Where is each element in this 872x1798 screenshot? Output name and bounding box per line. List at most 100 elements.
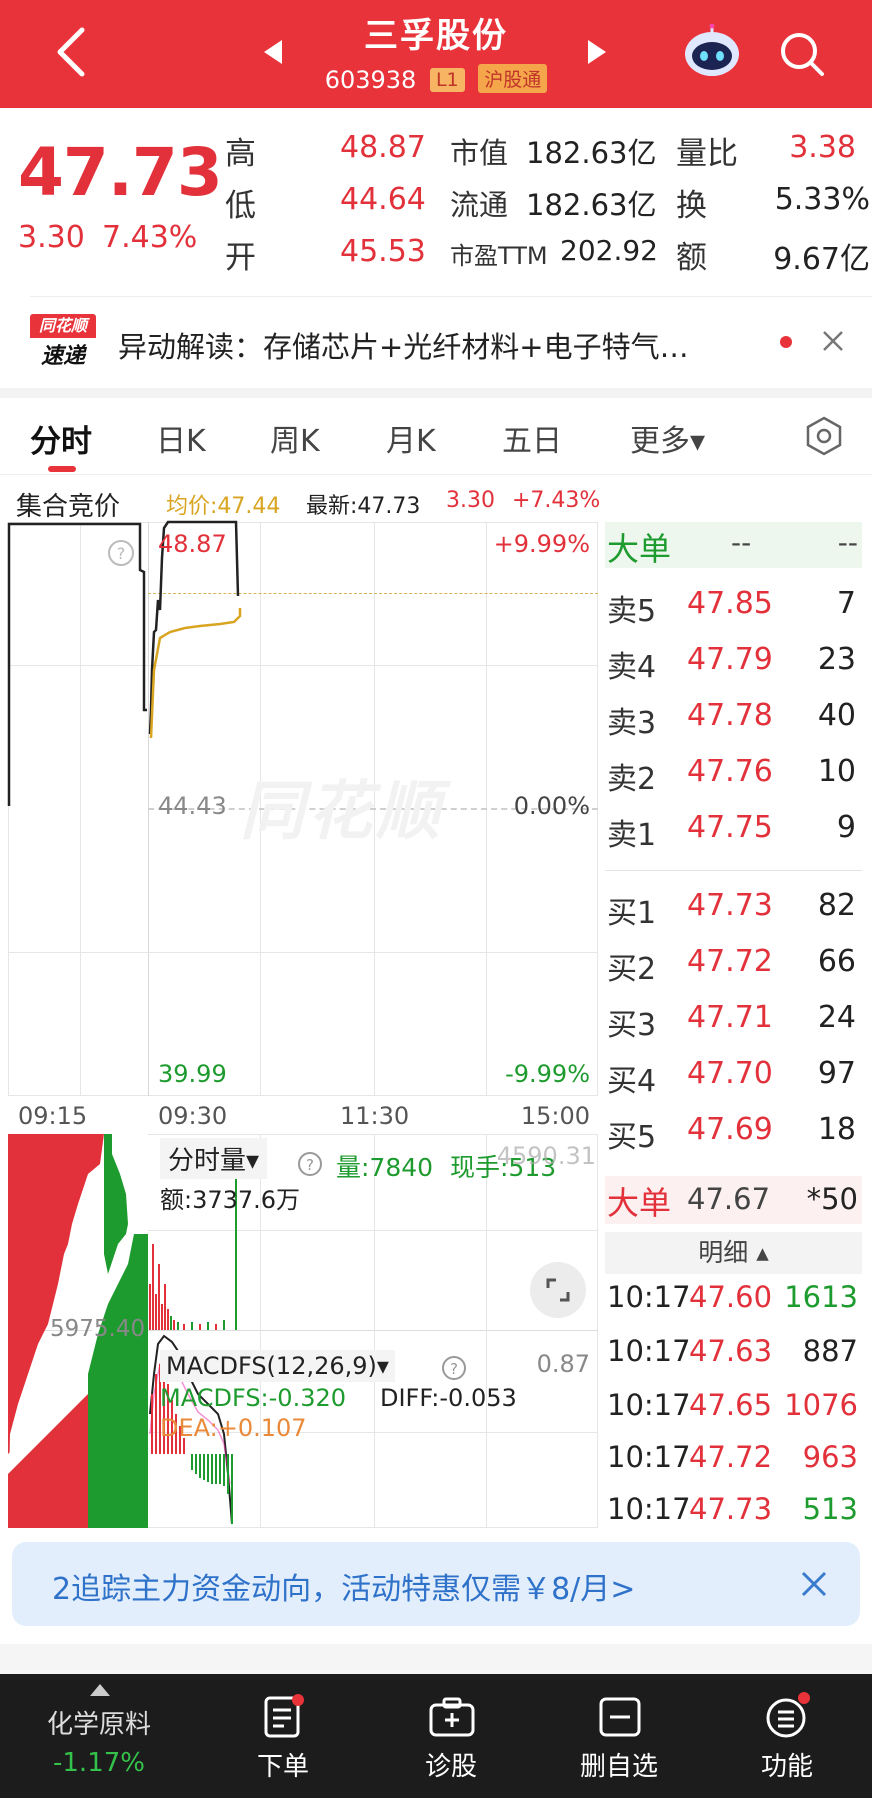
- sector-change: -1.17%: [53, 1748, 145, 1778]
- latest-change: 3.30: [446, 488, 495, 513]
- axis-mid-pct: 0.00%: [513, 792, 590, 820]
- bid-row-4[interactable]: 买4 47.70 97: [605, 1052, 862, 1100]
- bid-row-1[interactable]: 买1 47.73 82: [605, 884, 862, 932]
- tick-row: 10:17 47.72 963: [607, 1440, 858, 1474]
- ths-express-logo: 同花顺 速递: [30, 314, 96, 370]
- tab-daily-k[interactable]: 日K: [156, 416, 206, 460]
- axis-mid-price: 44.43: [158, 792, 227, 820]
- close-icon[interactable]: [800, 1570, 828, 1598]
- detail-toggle[interactable]: 明细 ▴: [605, 1232, 862, 1274]
- volume-value: 量:7840: [336, 1153, 434, 1182]
- help-icon[interactable]: ?: [106, 538, 136, 568]
- ask-row-2[interactable]: 卖2 47.76 10: [605, 750, 862, 798]
- section-gap: [0, 388, 872, 398]
- svg-text:?: ?: [450, 1360, 458, 1378]
- latest-price: 最新:47.73: [306, 494, 421, 519]
- next-stock-icon[interactable]: [586, 38, 608, 66]
- time-label-1500: 15:00: [520, 1102, 590, 1130]
- sector-name: 化学原料: [46, 1710, 151, 1740]
- stat-amount-label: 额: [676, 240, 707, 276]
- divider: [605, 870, 862, 871]
- big-order-row[interactable]: 大单 47.67 *50: [605, 1176, 862, 1224]
- tick-row: 10:17 47.65 1076: [607, 1388, 858, 1422]
- settings-hex-icon[interactable]: [804, 416, 844, 456]
- ask-row-4[interactable]: 卖4 47.79 23: [605, 638, 862, 686]
- divider: [30, 296, 872, 297]
- tab-more[interactable]: 更多▾: [630, 416, 705, 460]
- section-gap: [0, 1644, 872, 1674]
- bid-row-3[interactable]: 买3 47.71 24: [605, 996, 862, 1044]
- diagnose-case-icon: [429, 1697, 475, 1737]
- dea-value: DEA:+0.107: [160, 1414, 307, 1442]
- sector-button[interactable]: 化学原料 -1.17%: [24, 1674, 174, 1798]
- nav-diagnose-label: 诊股: [424, 1752, 477, 1782]
- stat-open-value: 45.53: [340, 234, 426, 269]
- bid-row-5[interactable]: 买5 47.69 18: [605, 1108, 862, 1156]
- price-change: 3.30: [18, 220, 85, 255]
- axis-bottom-pct: -9.99%: [505, 1060, 590, 1088]
- stat-mktcap-value: 182.63亿: [526, 136, 657, 170]
- tab-active-indicator: [48, 466, 76, 472]
- stat-float-value: 182.63亿: [526, 188, 657, 222]
- nav-remove-watchlist[interactable]: 删自选: [544, 1674, 694, 1798]
- level-badge: L1: [429, 68, 465, 92]
- stat-open-label: 开: [225, 240, 256, 276]
- nav-diagnose[interactable]: 诊股: [376, 1674, 526, 1798]
- functions-menu-icon: [766, 1692, 810, 1738]
- remove-square-icon: [599, 1697, 641, 1737]
- promo-banner[interactable]: 2追踪主力资金动向，活动特惠仅需￥8/月>: [12, 1542, 860, 1626]
- stat-pe-value: 202.92: [560, 234, 658, 267]
- latest-change-pct: +7.43%: [512, 488, 601, 513]
- auction-volume-value: 5975.40: [50, 1316, 146, 1342]
- axis-top-pct: +9.99%: [493, 530, 590, 558]
- nav-order-label: 下单: [256, 1752, 309, 1782]
- current-price: 47.73: [18, 134, 223, 211]
- ask-row-3[interactable]: 卖3 47.78 40: [605, 694, 862, 742]
- nav-functions[interactable]: 功能: [712, 1674, 862, 1798]
- stock-code: 603938: [324, 66, 417, 94]
- help-icon[interactable]: ?: [440, 1354, 468, 1382]
- stat-volratio-value: 3.38: [789, 130, 856, 165]
- stat-high-label: 高: [225, 136, 256, 172]
- news-text[interactable]: 异动解读：存储芯片+光纤材料+电子特气…: [118, 324, 689, 366]
- tab-five-day[interactable]: 五日: [502, 416, 562, 460]
- stat-pe-label: 市盈TTM: [450, 242, 548, 270]
- help-icon[interactable]: ?: [296, 1150, 324, 1178]
- robot-assistant-icon[interactable]: [682, 24, 742, 80]
- tick-row: 10:17 47.73 513: [607, 1492, 858, 1526]
- macd-selector[interactable]: MACDFS(12,26,9)▾: [160, 1350, 395, 1382]
- fullscreen-button[interactable]: [530, 1262, 586, 1318]
- close-icon[interactable]: [822, 330, 844, 352]
- expand-icon: [546, 1278, 570, 1302]
- axis-bottom-price: 39.99: [158, 1060, 227, 1088]
- amount-value: 额:3737.6万: [160, 1186, 301, 1214]
- stat-float-label: 流通: [450, 188, 509, 222]
- avg-price: 均价:47.44: [166, 494, 281, 519]
- grid-line: [486, 1134, 487, 1528]
- nav-order[interactable]: 下单: [208, 1674, 358, 1798]
- ask-row-5[interactable]: 卖5 47.85 7: [605, 582, 862, 630]
- time-label-1130: 11:30: [340, 1102, 410, 1130]
- tab-intraday[interactable]: 分时: [30, 416, 92, 461]
- stat-low-value: 44.64: [340, 182, 426, 217]
- macdfs-value: MACDFS:-0.320: [160, 1384, 347, 1412]
- ask-row-1[interactable]: 卖1 47.75 9: [605, 806, 862, 854]
- axis-top-price: 48.87: [158, 530, 227, 558]
- bid-row-2[interactable]: 买2 47.72 66: [605, 940, 862, 988]
- stat-mktcap-label: 市值: [450, 136, 509, 170]
- big-order-dash: --: [731, 526, 752, 559]
- tick-row: 10:17 47.63 887: [607, 1334, 858, 1368]
- diff-value: DIFF:-0.053: [380, 1384, 517, 1412]
- tab-weekly-k[interactable]: 周K: [270, 416, 320, 460]
- unread-dot: [780, 336, 792, 348]
- nav-remove-label: 删自选: [579, 1752, 658, 1782]
- stat-turnover-value: 5.33%: [774, 182, 870, 217]
- tab-monthly-k[interactable]: 月K: [386, 416, 436, 460]
- macd-axis-max: 0.87: [536, 1350, 590, 1378]
- search-icon[interactable]: [778, 30, 826, 78]
- svg-text:?: ?: [117, 544, 126, 563]
- volume-selector[interactable]: 分时量▾: [160, 1138, 268, 1179]
- stat-amount-value: 9.67亿: [773, 242, 870, 277]
- promo-text: 2追踪主力资金动向，活动特惠仅需￥8/月>: [52, 1572, 636, 1607]
- connect-badge: 沪股通: [478, 64, 548, 93]
